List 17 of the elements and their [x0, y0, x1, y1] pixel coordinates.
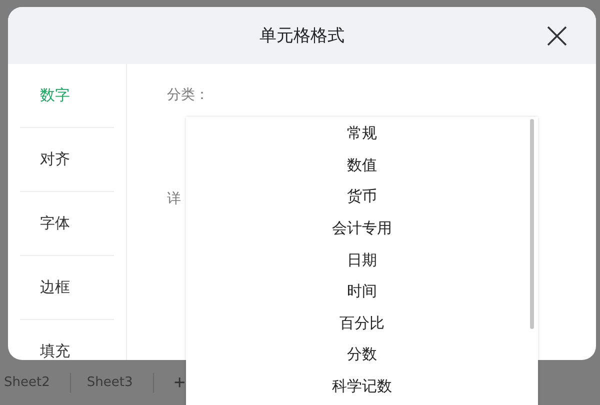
sidebar-tab[interactable]: 字体 — [20, 192, 114, 256]
detail-label: 详 — [167, 190, 181, 208]
close-icon[interactable] — [546, 25, 568, 47]
sidebar-tab[interactable]: 对齐 — [20, 128, 114, 192]
category-label: 分类： — [167, 86, 209, 104]
dropdown-option[interactable]: 时间 — [186, 276, 538, 308]
dropdown-option[interactable]: 常规 — [186, 118, 538, 150]
sidebar-tab[interactable]: 边框 — [20, 256, 114, 320]
dropdown-option[interactable]: 分数 — [186, 339, 538, 371]
dialog-title: 单元格格式 — [260, 25, 344, 47]
dropdown-option[interactable]: 会计专用 — [186, 212, 538, 244]
dropdown-option[interactable]: 货币 — [186, 181, 538, 213]
dropdown-option[interactable]: 百分比 — [186, 308, 538, 340]
dropdown-option[interactable]: 数值 — [186, 150, 538, 182]
dropdown-option[interactable]: 日期 — [186, 244, 538, 276]
scrollbar[interactable] — [530, 119, 534, 329]
sidebar-tab[interactable]: 填充 — [20, 320, 114, 360]
